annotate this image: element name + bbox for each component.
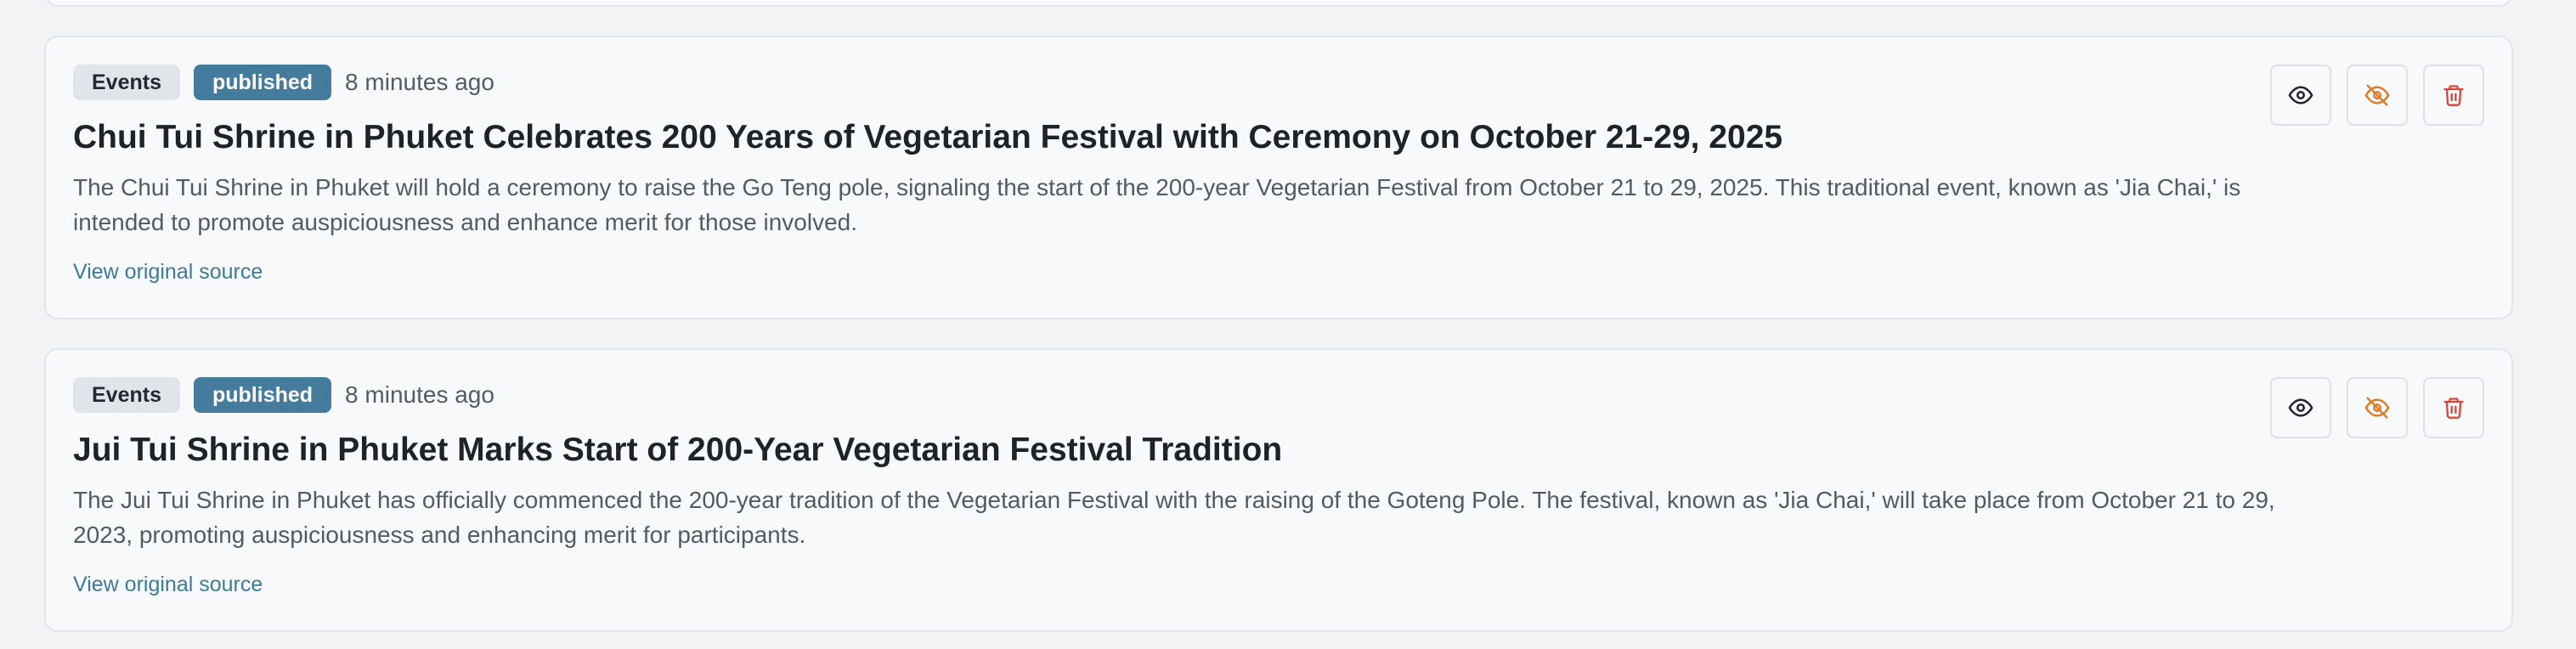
unpublish-button[interactable] <box>2347 377 2408 438</box>
article-meta: Events published 8 minutes ago <box>73 377 494 413</box>
article-summary: The Jui Tui Shrine in Phuket has officia… <box>73 487 2275 548</box>
trash-icon <box>2443 398 2464 419</box>
timestamp: 8 minutes ago <box>345 69 494 95</box>
article-card-previous <box>44 0 2513 7</box>
article-actions <box>2270 65 2484 126</box>
view-button[interactable] <box>2270 65 2331 126</box>
category-badge: Events <box>73 65 180 100</box>
article-card: Events published 8 minutes ago Jui Tui S… <box>44 348 2513 632</box>
article-summary: The Chui Tui Shrine in Phuket will hold … <box>73 174 2241 235</box>
article-title: Jui Tui Shrine in Phuket Marks Start of … <box>73 432 1283 468</box>
view-source-link[interactable]: View original source <box>73 260 263 285</box>
article-actions <box>2270 377 2484 438</box>
delete-button[interactable] <box>2423 65 2484 126</box>
article-meta: Events published 8 minutes ago <box>73 65 494 100</box>
timestamp: 8 minutes ago <box>345 381 494 408</box>
article-card: Events published 8 minutes ago Chui Tui … <box>44 36 2513 319</box>
eye-icon <box>2288 86 2313 104</box>
delete-button[interactable] <box>2423 377 2484 438</box>
eye-off-icon <box>2364 397 2390 419</box>
view-source-link[interactable]: View original source <box>73 573 263 597</box>
trash-icon <box>2443 85 2464 106</box>
eye-icon <box>2288 398 2313 417</box>
eye-off-icon <box>2364 84 2390 106</box>
unpublish-button[interactable] <box>2347 65 2408 126</box>
status-badge: published <box>193 377 332 413</box>
status-badge: published <box>193 65 332 100</box>
article-title: Chui Tui Shrine in Phuket Celebrates 200… <box>73 119 1783 155</box>
category-badge: Events <box>73 377 180 413</box>
news-list: Events published 8 minutes ago Chui Tui … <box>0 0 2576 649</box>
view-button[interactable] <box>2270 377 2331 438</box>
